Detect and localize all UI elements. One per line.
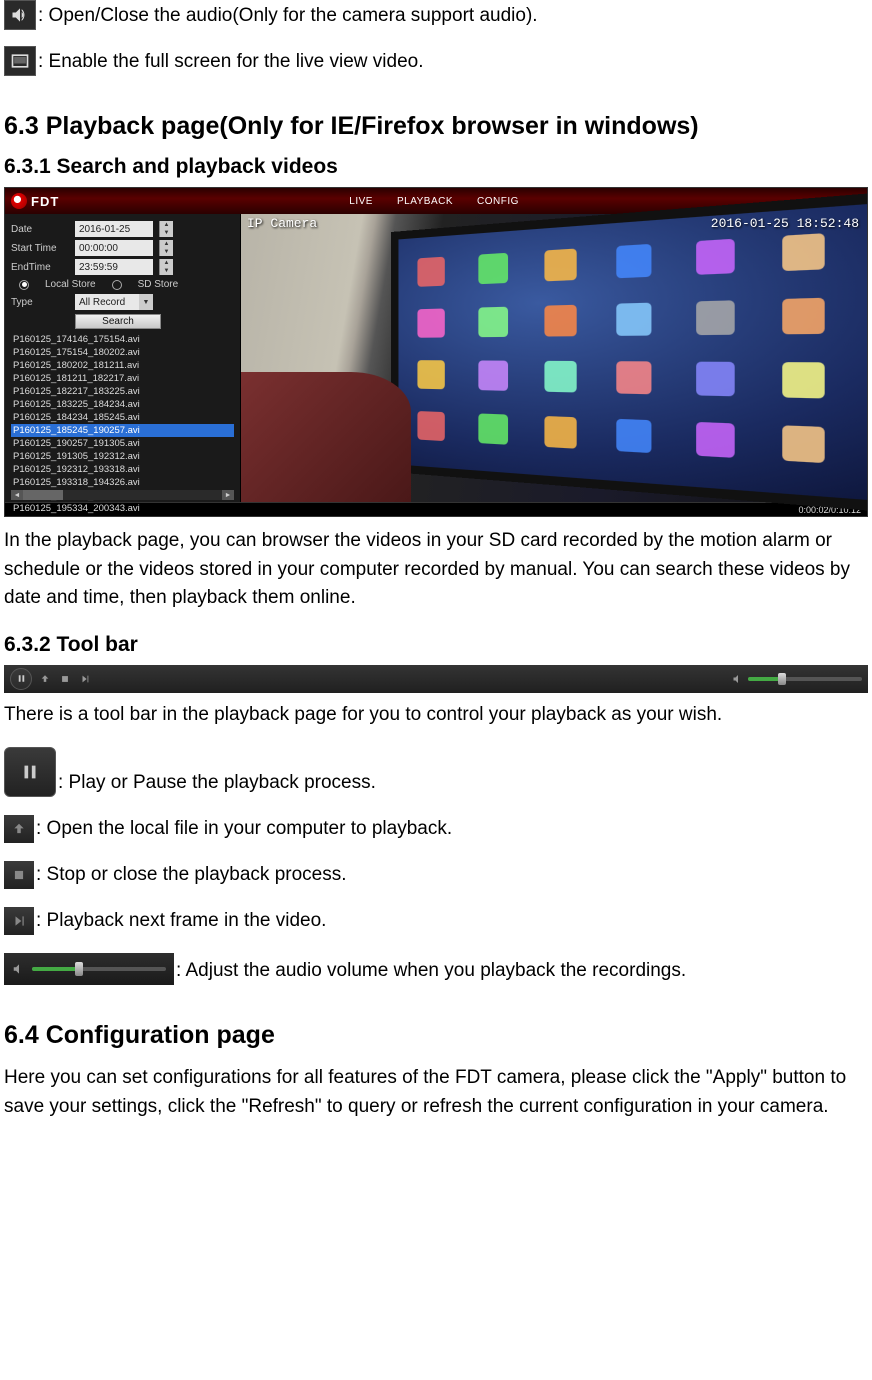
stop-description: : Stop or close the playback process. (36, 862, 347, 889)
section-6-3-1-body: In the playback page, you can browser th… (4, 527, 868, 613)
search-sidebar: Date 2016-01-25 ▲▼ Start Time 00:00:00 ▲… (5, 214, 241, 502)
file-item[interactable]: P160125_195334_200343.avi (11, 502, 234, 515)
end-time-input[interactable]: 23:59:59 (75, 259, 153, 275)
volume-slider-icon (4, 953, 174, 985)
section-6-4-body: Here you can set configurations for all … (4, 1064, 868, 1121)
play-pause-description: : Play or Pause the playback process. (58, 770, 376, 797)
playback-toolbar (5, 516, 867, 517)
section-6-3-title: 6.3 Playback page(Only for IE/Firefox br… (4, 112, 868, 141)
scroll-left-icon[interactable]: ◄ (11, 490, 23, 500)
volume-description: : Adjust the audio volume when you playb… (176, 958, 686, 985)
local-store-label: Local Store (45, 279, 96, 290)
scene-person (241, 372, 411, 502)
sd-store-radio[interactable] (112, 280, 122, 290)
file-item[interactable]: P160125_182217_183225.avi (11, 385, 234, 398)
scene-monitor (391, 187, 868, 517)
section-6-3-2-title: 6.3.2 Tool bar (4, 633, 868, 657)
open-file-description: : Open the local file in your computer t… (36, 816, 452, 843)
tab-live[interactable]: LIVE (349, 196, 373, 207)
toolbar-screenshot (4, 665, 868, 693)
volume-slider[interactable] (732, 671, 862, 687)
file-item[interactable]: P160125_181211_182217.avi (11, 372, 234, 385)
tab-playback[interactable]: PLAYBACK (397, 196, 453, 207)
file-item[interactable]: P160125_180202_181211.avi (11, 359, 234, 372)
fullscreen-description: : Enable the full screen for the live vi… (38, 49, 423, 76)
ip-camera-label: IP Camera (247, 216, 317, 231)
audio-icon (4, 0, 36, 30)
type-label: Type (11, 297, 69, 308)
next-frame-icon (4, 907, 34, 935)
sd-store-label: SD Store (138, 279, 179, 290)
section-6-3-1-title: 6.3.1 Search and playback videos (4, 155, 868, 179)
video-viewport: IP Camera 2016-01-25 18:52:48 (241, 214, 867, 502)
stop-icon (4, 861, 34, 889)
file-item[interactable]: P160125_192312_193318.avi (11, 463, 234, 476)
date-label: Date (11, 224, 69, 235)
file-item[interactable]: P160125_175154_180202.avi (11, 346, 234, 359)
play-pause-button[interactable] (10, 668, 32, 690)
type-value: All Record (79, 297, 125, 308)
audio-description: : Open/Close the audio(Only for the came… (38, 3, 538, 30)
horizontal-scrollbar[interactable]: ◄ ► (11, 490, 234, 500)
logo-icon (11, 193, 27, 209)
section-6-3-2-intro: There is a tool bar in the playback page… (4, 701, 868, 730)
brand-logo: FDT (5, 193, 59, 209)
scroll-thumb[interactable] (23, 490, 63, 500)
end-time-label: EndTime (11, 262, 69, 273)
playback-app-screenshot: FDT LIVE PLAYBACK CONFIG Date 2016-01-25… (4, 187, 868, 517)
play-pause-icon (4, 747, 56, 797)
file-item[interactable]: P160125_185245_190257.avi (11, 424, 234, 437)
file-item[interactable]: P160125_183225_184234.avi (11, 398, 234, 411)
local-store-radio[interactable] (19, 280, 29, 290)
search-button[interactable]: Search (75, 314, 161, 329)
file-item[interactable]: P160125_184234_185245.avi (11, 411, 234, 424)
timestamp-overlay: 2016-01-25 18:52:48 (711, 216, 859, 231)
stop-button[interactable] (58, 672, 72, 686)
file-item[interactable]: P160125_193318_194326.avi (11, 476, 234, 489)
fullscreen-icon (4, 46, 36, 76)
date-spinner[interactable]: ▲▼ (159, 221, 173, 237)
file-item[interactable]: P160125_174146_175154.avi (11, 333, 234, 346)
start-time-spinner[interactable]: ▲▼ (159, 240, 173, 256)
end-time-spinner[interactable]: ▲▼ (159, 259, 173, 275)
file-item[interactable]: P160125_190257_191305.avi (11, 437, 234, 450)
date-input[interactable]: 2016-01-25 (75, 221, 153, 237)
chevron-down-icon: ▼ (139, 294, 153, 310)
file-item[interactable]: P160125_191305_192312.avi (11, 450, 234, 463)
open-file-button[interactable] (38, 672, 52, 686)
section-6-4-title: 6.4 Configuration page (4, 1021, 868, 1050)
type-dropdown[interactable]: All Record ▼ (75, 294, 153, 310)
open-file-icon (4, 815, 34, 843)
next-frame-description: : Playback next frame in the video. (36, 908, 326, 935)
tab-config[interactable]: CONFIG (477, 196, 519, 207)
scroll-right-icon[interactable]: ► (222, 490, 234, 500)
next-frame-button[interactable] (78, 672, 92, 686)
start-time-input[interactable]: 00:00:00 (75, 240, 153, 256)
start-time-label: Start Time (11, 243, 69, 254)
brand-text: FDT (31, 194, 59, 209)
